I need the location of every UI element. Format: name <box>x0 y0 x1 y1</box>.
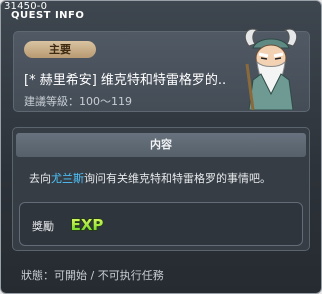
window-title: QUEST INFO <box>11 10 85 21</box>
quest-description: 去向尤兰斯询问有关维克特和特雷格罗的事情吧。 <box>29 170 299 186</box>
npc-name-link[interactable]: 尤兰斯 <box>51 172 84 185</box>
content-header: 内容 <box>16 133 306 157</box>
quest-content-panel: 内容 去向尤兰斯询问有关维克特和特雷格罗的事情吧。 獎勵 EXP <box>12 127 310 251</box>
quest-name: [* 赫里希安] 维克特和特雷格罗的.. <box>24 73 227 88</box>
quest-category-tag: 主要 <box>24 41 96 58</box>
npc-portrait-icon <box>244 28 298 110</box>
reward-box: 獎勵 EXP <box>19 202 303 246</box>
exp-icon: EXP <box>70 215 104 234</box>
reward-label: 獎勵 <box>32 220 54 233</box>
exp-icon-text: EXP <box>71 216 104 234</box>
quest-status: 狀態：可開始 / 不可执行任務 <box>21 269 164 282</box>
description-suffix: 询问有关维克特和特雷格罗的事情吧。 <box>84 172 271 185</box>
description-prefix: 去向 <box>29 172 51 185</box>
quest-summary-panel: 主要 [* 赫里希安] 维克特和特雷格罗的.. 建議等級：100～119 <box>13 28 310 112</box>
quest-info-window: 31450-0 QUEST INFO 主要 [* 赫里希安] 维克特和特雷格罗的… <box>0 0 322 294</box>
level-requirement: 建議等級：100～119 <box>24 95 132 108</box>
